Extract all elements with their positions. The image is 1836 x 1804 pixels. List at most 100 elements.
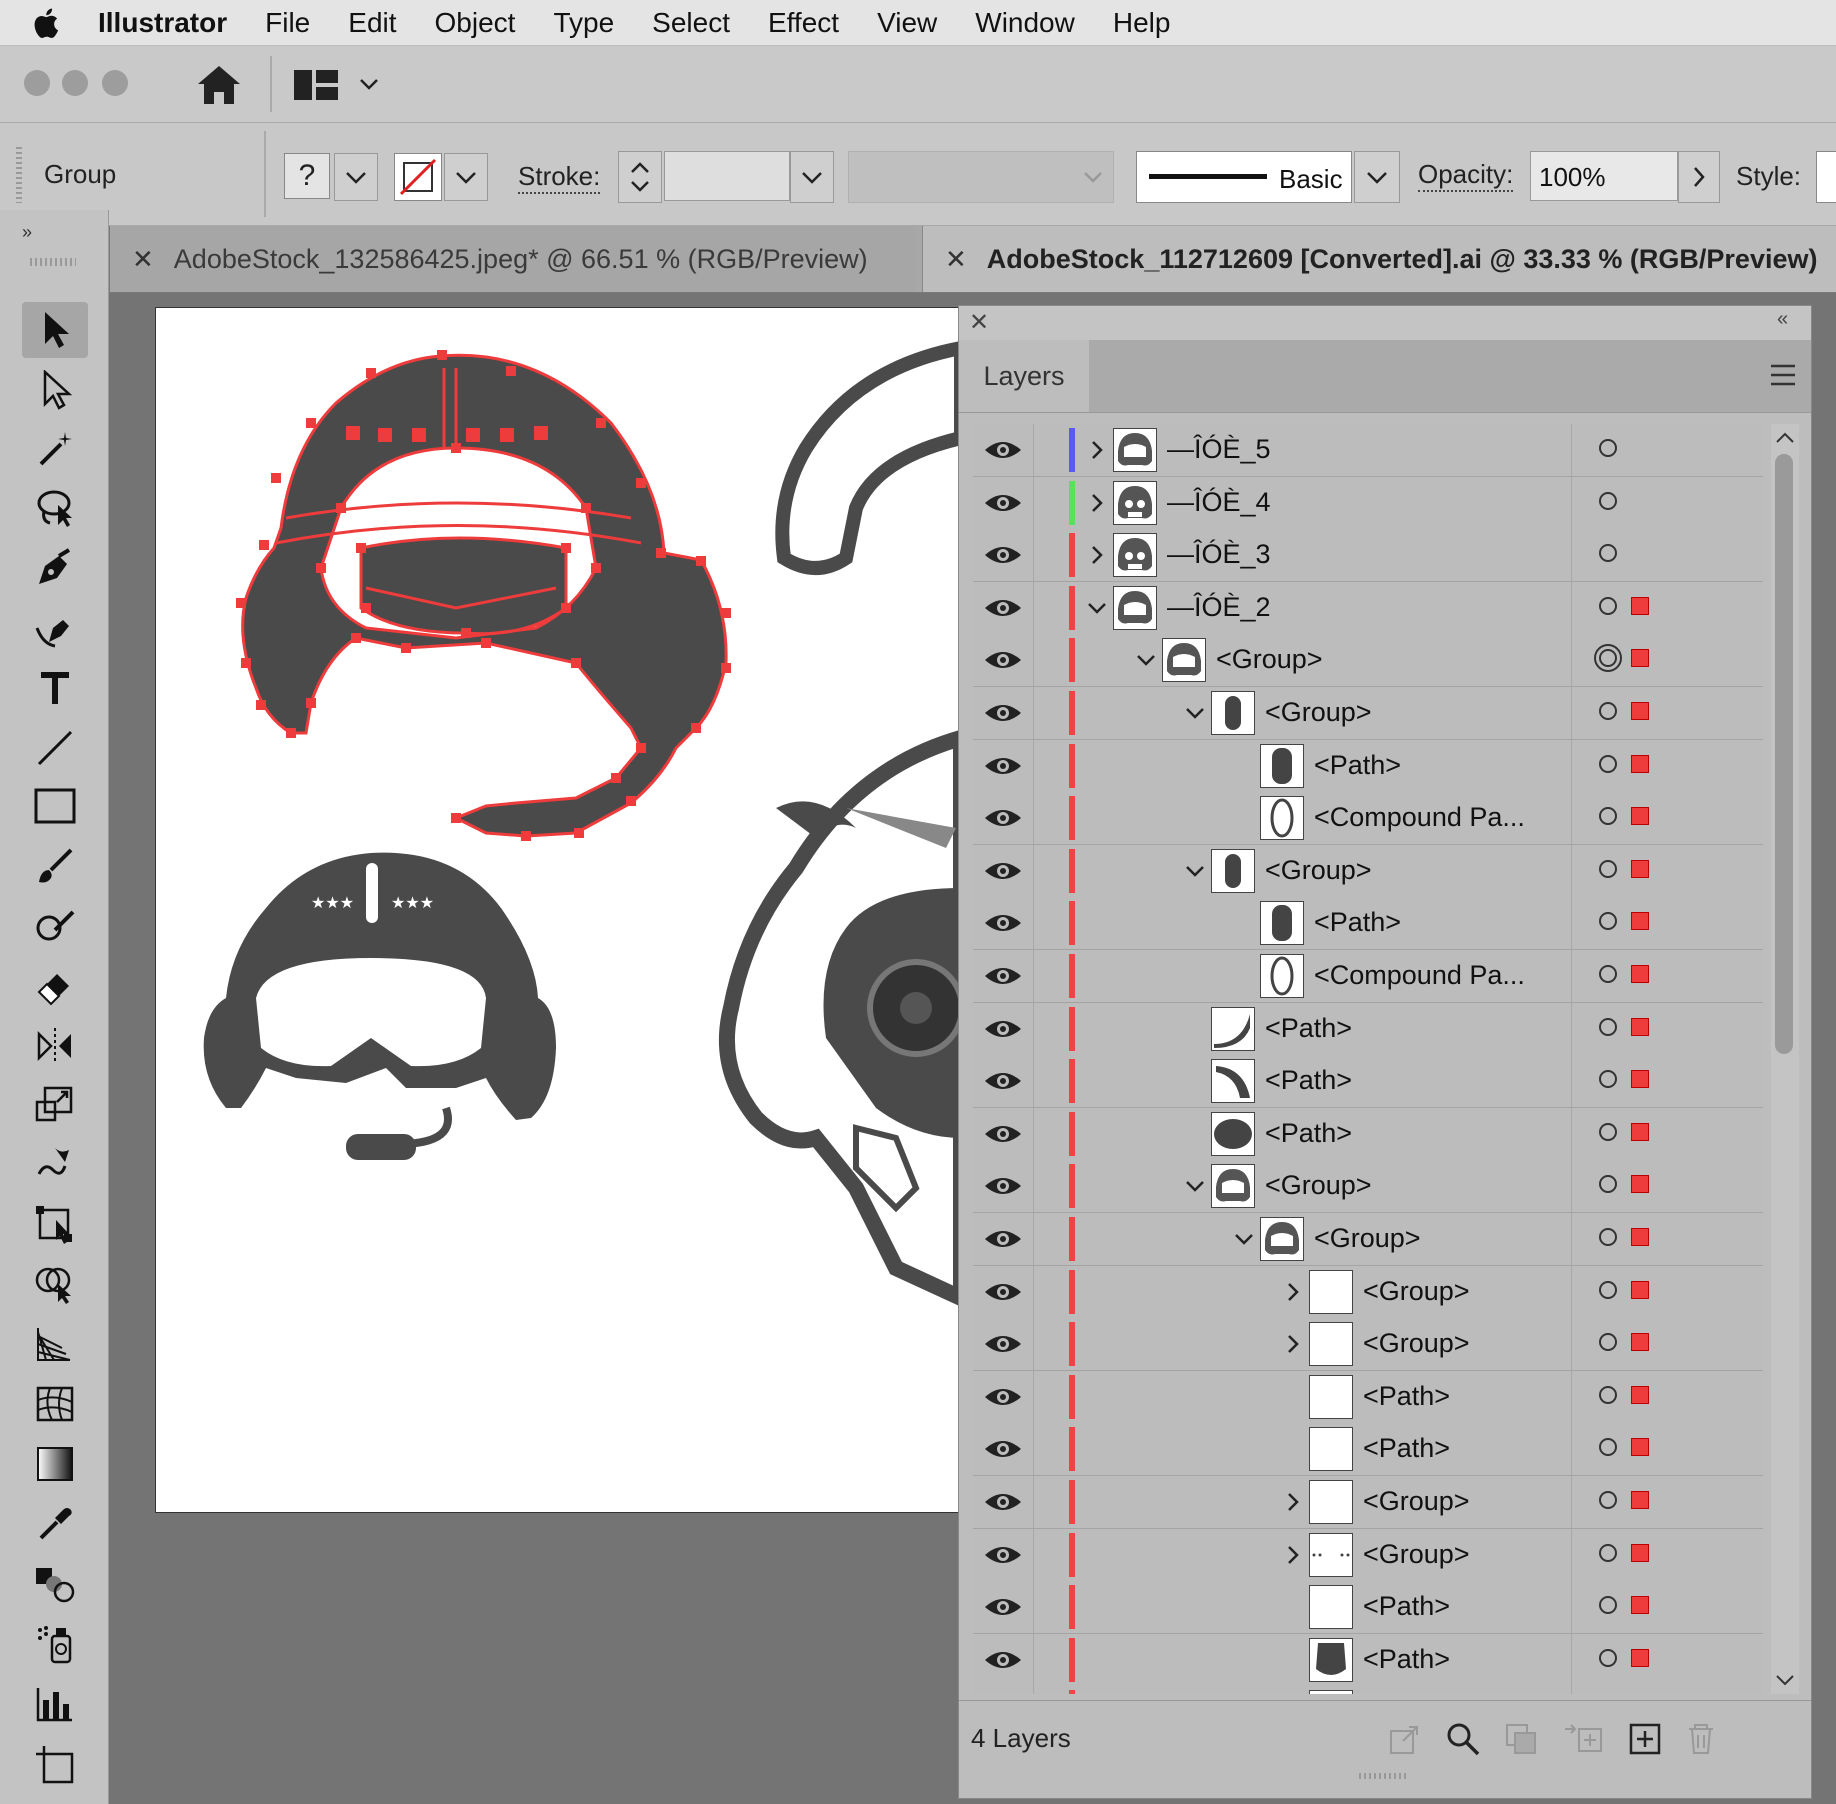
visibility-eye-icon[interactable] bbox=[979, 1589, 1027, 1625]
selection-indicator[interactable] bbox=[1631, 1648, 1649, 1667]
stroke-weight-stepper[interactable] bbox=[618, 151, 662, 203]
visibility-eye-icon[interactable] bbox=[979, 853, 1027, 889]
skull-helmet-artwork[interactable] bbox=[718, 729, 961, 1307]
visibility-eye-icon[interactable] bbox=[979, 1221, 1027, 1257]
visibility-eye-icon[interactable] bbox=[979, 1326, 1027, 1362]
visibility-eye-icon[interactable] bbox=[979, 748, 1027, 784]
panel-menu-icon[interactable] bbox=[1769, 362, 1797, 388]
chevron-down-icon[interactable] bbox=[1183, 859, 1207, 883]
line-segment-tool[interactable] bbox=[22, 720, 88, 776]
close-tab-icon[interactable]: ✕ bbox=[945, 244, 967, 275]
scroll-down-icon[interactable] bbox=[1773, 1672, 1797, 1688]
menu-help[interactable]: Help bbox=[1113, 7, 1171, 39]
curvature-tool[interactable] bbox=[22, 600, 88, 656]
chevron-right-icon[interactable] bbox=[1281, 1490, 1305, 1514]
layer-row[interactable]: <Group> bbox=[973, 1213, 1763, 1266]
chevron-right-icon[interactable] bbox=[1085, 543, 1109, 567]
mesh-tool[interactable] bbox=[22, 1376, 88, 1432]
layer-name[interactable]: <Path> bbox=[1363, 1433, 1450, 1464]
artboard-tool[interactable] bbox=[22, 1736, 88, 1792]
layer-row[interactable]: <Path> bbox=[973, 1581, 1763, 1635]
stroke-label[interactable]: Stroke: bbox=[518, 161, 601, 194]
layer-row[interactable]: —ÎÓÈ_3 bbox=[973, 529, 1763, 583]
selected-helmet-artwork[interactable] bbox=[236, 350, 731, 841]
layer-row[interactable]: <Group> bbox=[973, 687, 1763, 740]
panel-grip[interactable] bbox=[16, 147, 22, 203]
panel-resize-grip[interactable] bbox=[1359, 1773, 1409, 1779]
target-circle-icon[interactable] bbox=[1599, 491, 1617, 510]
selection-indicator[interactable] bbox=[1631, 1385, 1649, 1404]
visibility-eye-icon[interactable] bbox=[979, 642, 1027, 678]
visibility-eye-icon[interactable] bbox=[979, 485, 1027, 521]
selection-indicator[interactable] bbox=[1631, 1333, 1649, 1352]
brush-definition[interactable]: Basic bbox=[1136, 151, 1352, 203]
pen-tool[interactable] bbox=[22, 540, 88, 596]
layer-row[interactable]: <Path> bbox=[973, 1370, 1763, 1424]
lasso-tool[interactable] bbox=[22, 480, 88, 536]
menu-object[interactable]: Object bbox=[435, 7, 516, 39]
visibility-eye-icon[interactable] bbox=[979, 1116, 1027, 1152]
layer-name[interactable]: <Path> bbox=[1363, 1591, 1450, 1622]
layer-row[interactable]: <Group> bbox=[973, 1528, 1763, 1582]
scrollbar-thumb[interactable] bbox=[1775, 454, 1793, 1054]
menu-type[interactable]: Type bbox=[553, 7, 614, 39]
stroke-swatch[interactable] bbox=[394, 153, 442, 201]
layer-row[interactable]: —ÎÓÈ_4 bbox=[973, 476, 1763, 530]
gradient-tool[interactable] bbox=[22, 1436, 88, 1492]
layer-name[interactable]: <Group> bbox=[1265, 697, 1372, 728]
layer-row[interactable]: <Group> bbox=[973, 1476, 1763, 1529]
chevron-right-icon[interactable] bbox=[1281, 1543, 1305, 1567]
target-circle-icon[interactable] bbox=[1599, 1543, 1617, 1562]
collect-for-export-icon[interactable] bbox=[1387, 1721, 1423, 1757]
chevron-down-icon[interactable] bbox=[1085, 596, 1109, 620]
visibility-eye-icon[interactable] bbox=[979, 1537, 1027, 1573]
type-tool[interactable] bbox=[22, 660, 88, 716]
chevron-right-icon[interactable] bbox=[1085, 438, 1109, 462]
layer-name[interactable]: —ÎÓÈ_3 bbox=[1167, 539, 1271, 570]
chevron-down-icon[interactable] bbox=[358, 76, 380, 92]
target-circle-icon[interactable] bbox=[1599, 912, 1617, 931]
target-circle-icon[interactable] bbox=[1599, 1280, 1617, 1299]
eyedropper-tool[interactable] bbox=[22, 1496, 88, 1552]
menu-app-name[interactable]: Illustrator bbox=[98, 7, 227, 39]
target-circle-icon[interactable] bbox=[1599, 859, 1617, 878]
target-circle-icon[interactable] bbox=[1599, 702, 1617, 720]
layer-row[interactable]: <Path> bbox=[973, 739, 1763, 793]
layer-name[interactable]: <Group> bbox=[1265, 1170, 1372, 1201]
document-tab-ai[interactable]: ✕ AdobeStock_112712609 [Converted].ai @ … bbox=[922, 226, 1836, 292]
visibility-eye-icon[interactable] bbox=[979, 695, 1027, 731]
layer-name[interactable]: <Path> bbox=[1265, 1118, 1352, 1149]
layer-name[interactable]: <Group> bbox=[1363, 1486, 1470, 1517]
rectangle-tool[interactable] bbox=[22, 778, 88, 834]
apple-icon[interactable] bbox=[30, 6, 60, 40]
visibility-eye-icon[interactable] bbox=[979, 537, 1027, 573]
collapse-panel-icon[interactable]: » bbox=[22, 222, 32, 243]
reflect-tool[interactable] bbox=[22, 1018, 88, 1074]
visibility-eye-icon[interactable] bbox=[979, 1168, 1027, 1204]
eraser-tool[interactable] bbox=[22, 958, 88, 1014]
column-graph-tool[interactable] bbox=[22, 1676, 88, 1732]
helmet-artwork-2[interactable]: ★★★ ★★★ bbox=[203, 852, 556, 1160]
layer-name[interactable]: —ÎÓÈ_4 bbox=[1167, 487, 1271, 518]
menu-effect[interactable]: Effect bbox=[768, 7, 839, 39]
visibility-eye-icon[interactable] bbox=[979, 1379, 1027, 1415]
target-circle-icon[interactable] bbox=[1599, 1648, 1617, 1667]
perspective-grid-tool[interactable] bbox=[22, 1316, 88, 1372]
visibility-eye-icon[interactable] bbox=[979, 958, 1027, 994]
visibility-eye-icon[interactable] bbox=[979, 1431, 1027, 1467]
document-tab-jpeg[interactable]: ✕ AdobeStock_132586425.jpeg* @ 66.51 % (… bbox=[110, 226, 916, 292]
layer-row[interactable]: —ÎÓÈ_2 bbox=[973, 581, 1763, 635]
menu-edit[interactable]: Edit bbox=[348, 7, 396, 39]
selection-indicator[interactable] bbox=[1631, 1070, 1649, 1089]
shape-builder-tool[interactable] bbox=[22, 1256, 88, 1312]
layer-row[interactable]: —ÎÓÈ_5 bbox=[973, 424, 1763, 477]
layer-name[interactable]: <Path> bbox=[1363, 1381, 1450, 1412]
fill-dropdown[interactable] bbox=[334, 153, 378, 201]
tab-layers[interactable]: Layers bbox=[959, 340, 1089, 412]
selection-indicator[interactable] bbox=[1631, 1228, 1649, 1246]
panel-grip[interactable] bbox=[30, 258, 76, 266]
layer-name[interactable]: <Group> bbox=[1363, 1328, 1470, 1359]
layer-row[interactable]: <Group> bbox=[973, 1265, 1763, 1319]
target-circle-icon[interactable] bbox=[1599, 1333, 1617, 1352]
visibility-eye-icon[interactable] bbox=[979, 432, 1027, 468]
